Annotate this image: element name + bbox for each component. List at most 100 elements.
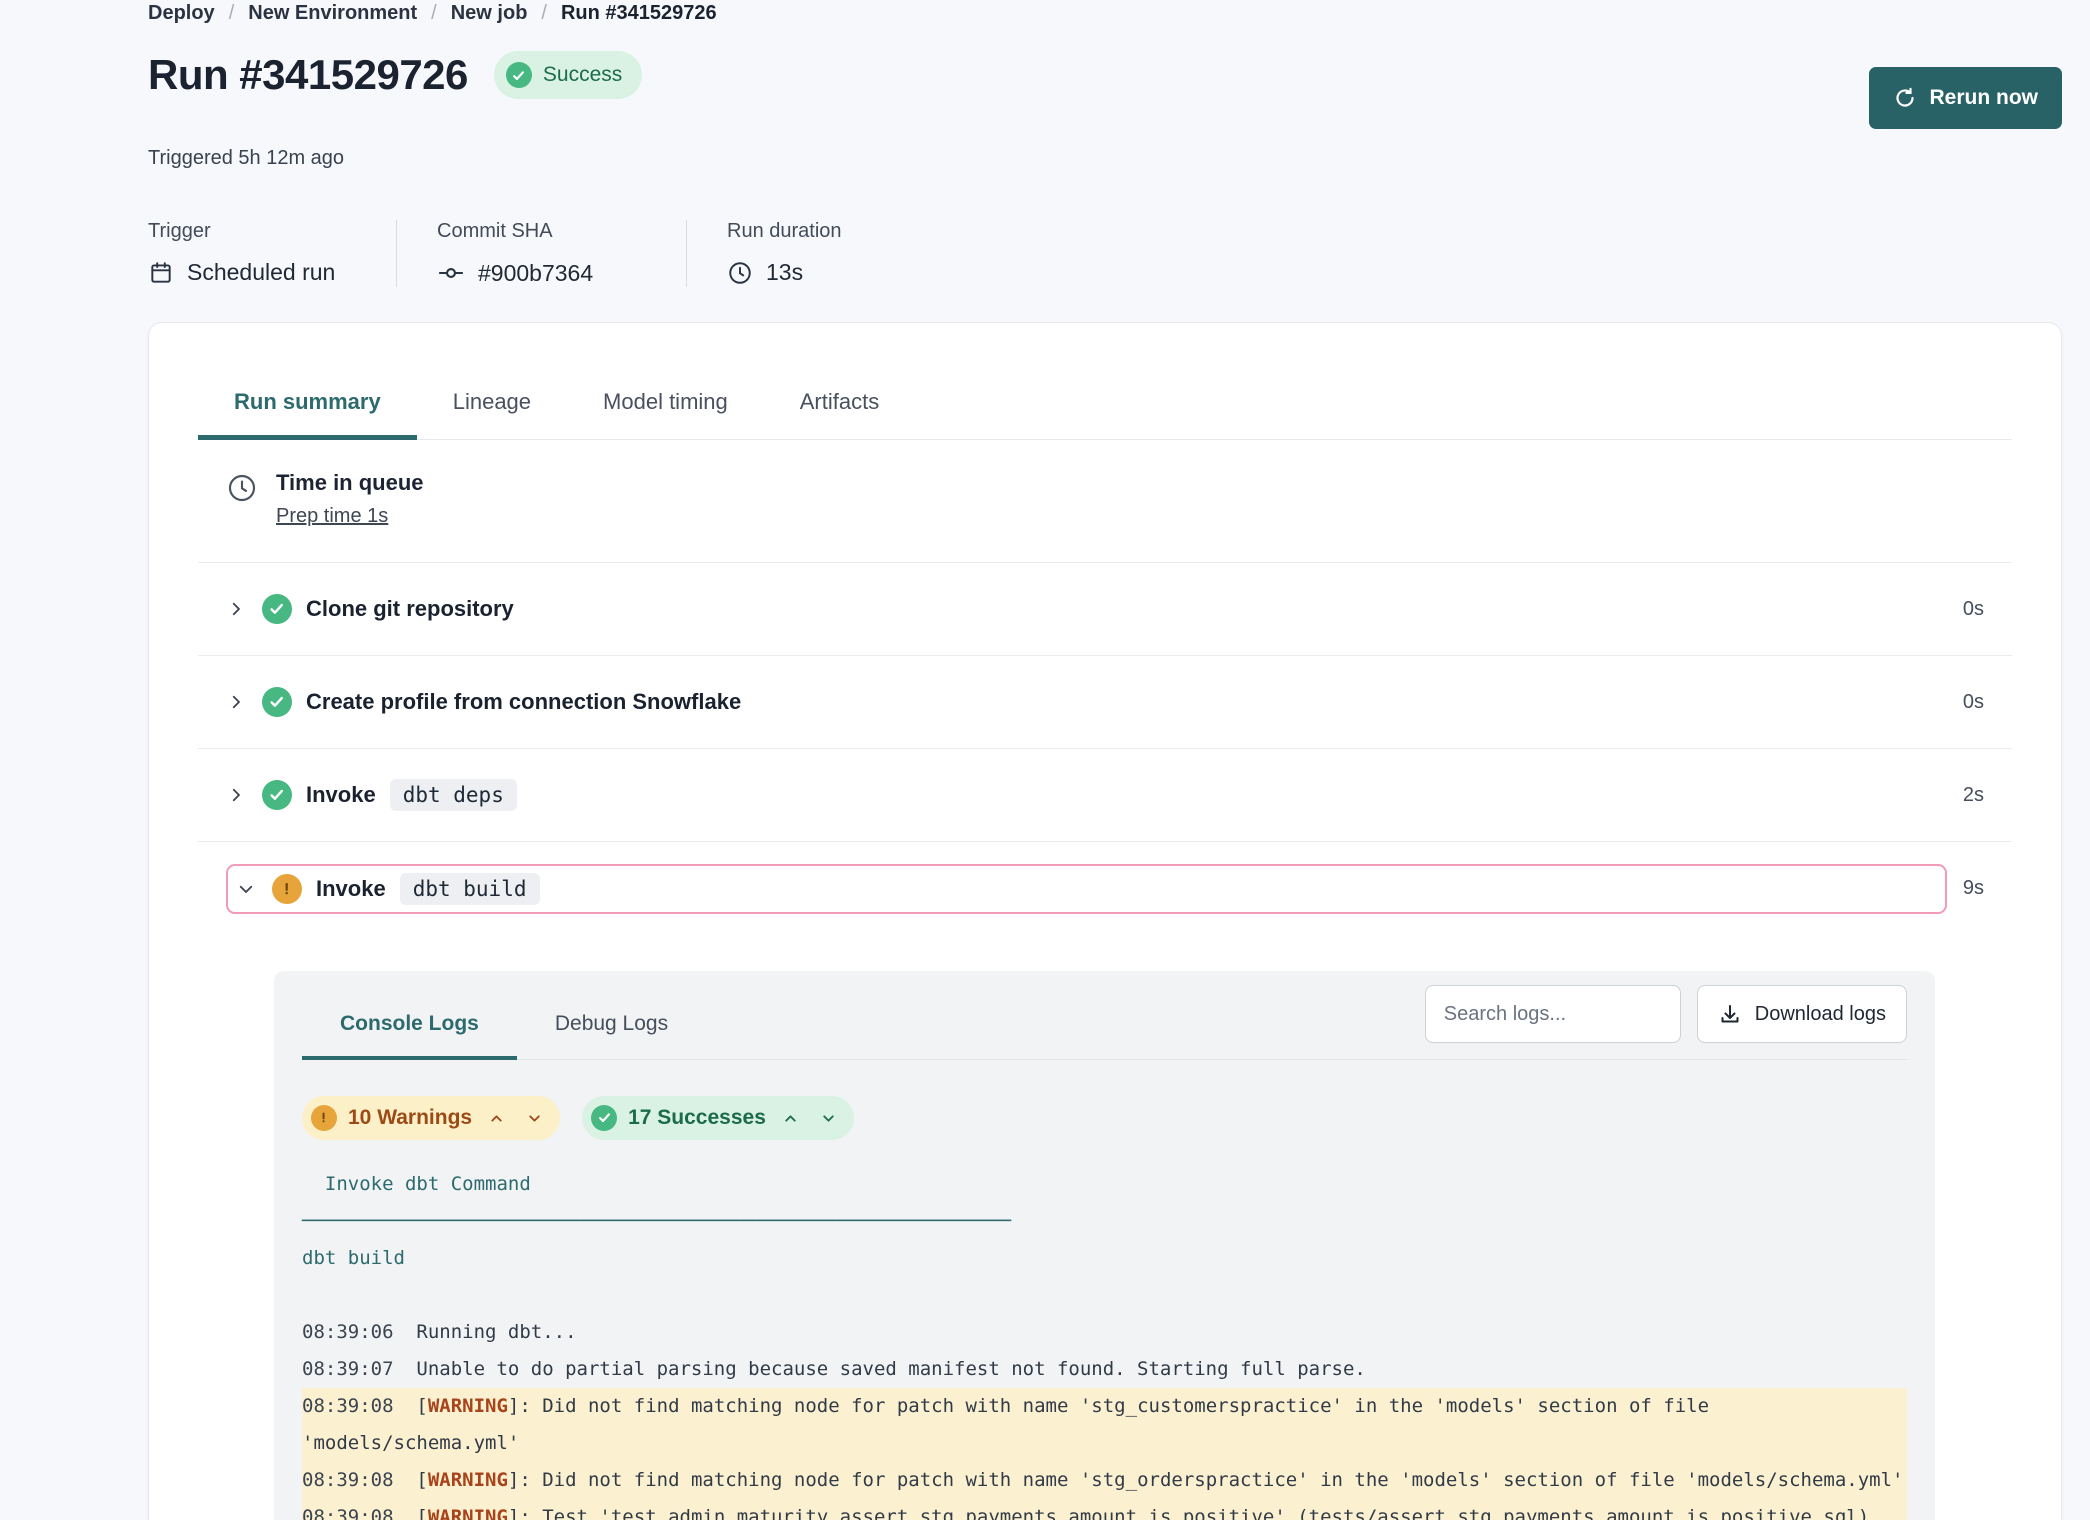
meta-value: 13s — [727, 259, 842, 286]
check-circle-icon — [506, 62, 532, 88]
time-in-queue-section: Time in queue Prep time 1s — [198, 440, 2012, 563]
chevron-down-icon[interactable] — [815, 1110, 842, 1127]
chevron-right-icon — [226, 693, 246, 711]
log-tab-debug-logs[interactable]: Debug Logs — [517, 996, 706, 1060]
warning-token: WARNING — [428, 1469, 508, 1491]
log-line: 08:39:08 [WARNING]: Did not find matchin… — [302, 1388, 1907, 1462]
run-meta: Trigger Scheduled run Commit SHA #900b73… — [148, 220, 2062, 287]
log-line: 08:39:06 Running dbt... — [302, 1314, 1907, 1351]
steps-list: Clone git repository 0s Create profile f… — [198, 563, 2012, 935]
log-line: 08:39:08 [WARNING]: Test 'test.admin_mat… — [302, 1499, 1907, 1520]
step-duration: 0s — [1963, 691, 1984, 714]
breadcrumb-separator: / — [229, 2, 235, 25]
chevron-down-icon[interactable] — [521, 1110, 548, 1127]
status-label: Success — [543, 63, 622, 87]
download-label: Download logs — [1755, 1003, 1886, 1026]
step-row-highlight[interactable]: Invoke dbt build — [226, 864, 1947, 914]
breadcrumb-item[interactable]: Deploy — [148, 2, 215, 25]
breadcrumb-separator: / — [541, 2, 547, 25]
chevron-down-icon — [236, 880, 256, 898]
step-status-icon — [262, 780, 292, 810]
prep-time-link[interactable]: Prep time 1s — [276, 505, 388, 528]
log-line: dbt build — [302, 1240, 1907, 1277]
badge-label: 10 Warnings — [348, 1106, 472, 1130]
log-line — [302, 1277, 1907, 1314]
search-logs-input[interactable] — [1425, 985, 1681, 1043]
chevron-right-icon — [226, 786, 246, 804]
breadcrumb-item: Run #341529726 — [561, 2, 717, 25]
page-header: Deploy / New Environment / New job / Run #3415… — [148, 0, 2062, 287]
rerun-now-button[interactable]: Rerun now — [1869, 67, 2063, 129]
meta-item: Trigger Scheduled run — [148, 220, 396, 287]
badge-label: 17 Successes — [628, 1106, 766, 1130]
tab-artifacts[interactable]: Artifacts — [764, 389, 915, 440]
step-status-icon — [262, 594, 292, 624]
step-duration: 0s — [1963, 598, 1984, 621]
step-row[interactable]: Invoke dbt build 9s — [198, 842, 2012, 935]
step-duration: 2s — [1963, 784, 1984, 807]
title-row: Run #341529726 Success Rerun now — [148, 51, 2062, 129]
triggered-ago: Triggered 5h 12m ago — [148, 147, 2062, 170]
run-summary-card: Run summaryLineageModel timingArtifacts … — [148, 322, 2062, 1520]
step-row[interactable]: Create profile from connection Snowflake… — [198, 656, 2012, 749]
warning-token: WARNING — [428, 1395, 508, 1417]
meta-item: Commit SHA #900b7364 — [396, 220, 686, 287]
step-duration: 9s — [1963, 877, 1984, 900]
step-command-chip: dbt build — [400, 873, 540, 905]
refresh-icon — [1893, 86, 1917, 110]
warning-count-badge[interactable]: 10 Warnings — [302, 1096, 560, 1140]
commit-icon — [437, 259, 465, 287]
queue-title: Time in queue — [276, 470, 424, 496]
warning-circle-icon — [311, 1105, 337, 1131]
rerun-label: Rerun now — [1930, 86, 2039, 110]
log-line: 08:39:07 Unable to do partial parsing be… — [302, 1351, 1907, 1388]
tab-run-summary[interactable]: Run summary — [198, 389, 417, 440]
log-tabs: Console LogsDebug Logs — [302, 996, 706, 1059]
meta-value: Scheduled run — [148, 259, 356, 286]
log-line: Invoke dbt Command — [302, 1166, 1907, 1203]
tab-lineage[interactable]: Lineage — [417, 389, 567, 440]
check-circle-icon — [262, 687, 292, 717]
step-command-chip: dbt deps — [390, 779, 517, 811]
queue-text: Time in queue Prep time 1s — [276, 470, 424, 528]
warning-circle-icon — [272, 874, 302, 904]
warning-token: WARNING — [428, 1506, 508, 1520]
check-circle-icon — [262, 780, 292, 810]
page-title: Run #341529726 — [148, 51, 468, 99]
run-detail-page: Deploy / New Environment / New job / Run #3415… — [0, 0, 2090, 1520]
download-logs-button[interactable]: Download logs — [1697, 985, 1907, 1043]
chevron-up-icon[interactable] — [483, 1110, 510, 1127]
log-badges: 10 Warnings 17 Successes — [302, 1096, 1907, 1140]
step-label: Clone git repository — [306, 596, 514, 622]
log-line: ────────────────────────────────────────… — [302, 1203, 1907, 1240]
meta-label: Run duration — [727, 220, 842, 243]
clock-icon — [727, 260, 753, 286]
breadcrumb-separator: / — [431, 2, 437, 25]
breadcrumb: Deploy / New Environment / New job / Run #3415… — [148, 2, 2062, 25]
meta-item: Run duration 13s — [686, 220, 882, 287]
log-tab-console-logs[interactable]: Console Logs — [302, 996, 517, 1060]
check-circle-icon — [591, 1105, 617, 1131]
step-label: Invoke — [316, 876, 386, 902]
logs-header: Console LogsDebug Logs Download logs — [302, 985, 1907, 1060]
success-count-badge[interactable]: 17 Successes — [582, 1096, 854, 1140]
breadcrumb-item[interactable]: New job — [451, 2, 528, 25]
meta-label: Trigger — [148, 220, 356, 243]
meta-label: Commit SHA — [437, 220, 646, 243]
card-content: Run summaryLineageModel timingArtifacts … — [198, 323, 2012, 1520]
logs-panel: Console LogsDebug Logs Download logs 10 … — [274, 971, 1935, 1520]
tab-model-timing[interactable]: Model timing — [567, 389, 764, 440]
calendar-icon — [148, 260, 174, 286]
step-row[interactable]: Invokedbt deps 2s — [198, 749, 2012, 842]
log-line: 08:39:08 [WARNING]: Did not find matchin… — [302, 1462, 1907, 1499]
check-circle-icon — [262, 594, 292, 624]
chevron-right-icon — [226, 600, 246, 618]
log-output: Invoke dbt Command──────────────────────… — [302, 1166, 1907, 1520]
step-status-icon — [272, 874, 302, 904]
step-row[interactable]: Clone git repository 0s — [198, 563, 2012, 656]
breadcrumb-item[interactable]: New Environment — [248, 2, 417, 25]
chevron-up-icon[interactable] — [777, 1110, 804, 1127]
meta-value: #900b7364 — [437, 259, 646, 287]
clock-icon — [226, 472, 258, 528]
title-group: Run #341529726 Success — [148, 51, 642, 99]
